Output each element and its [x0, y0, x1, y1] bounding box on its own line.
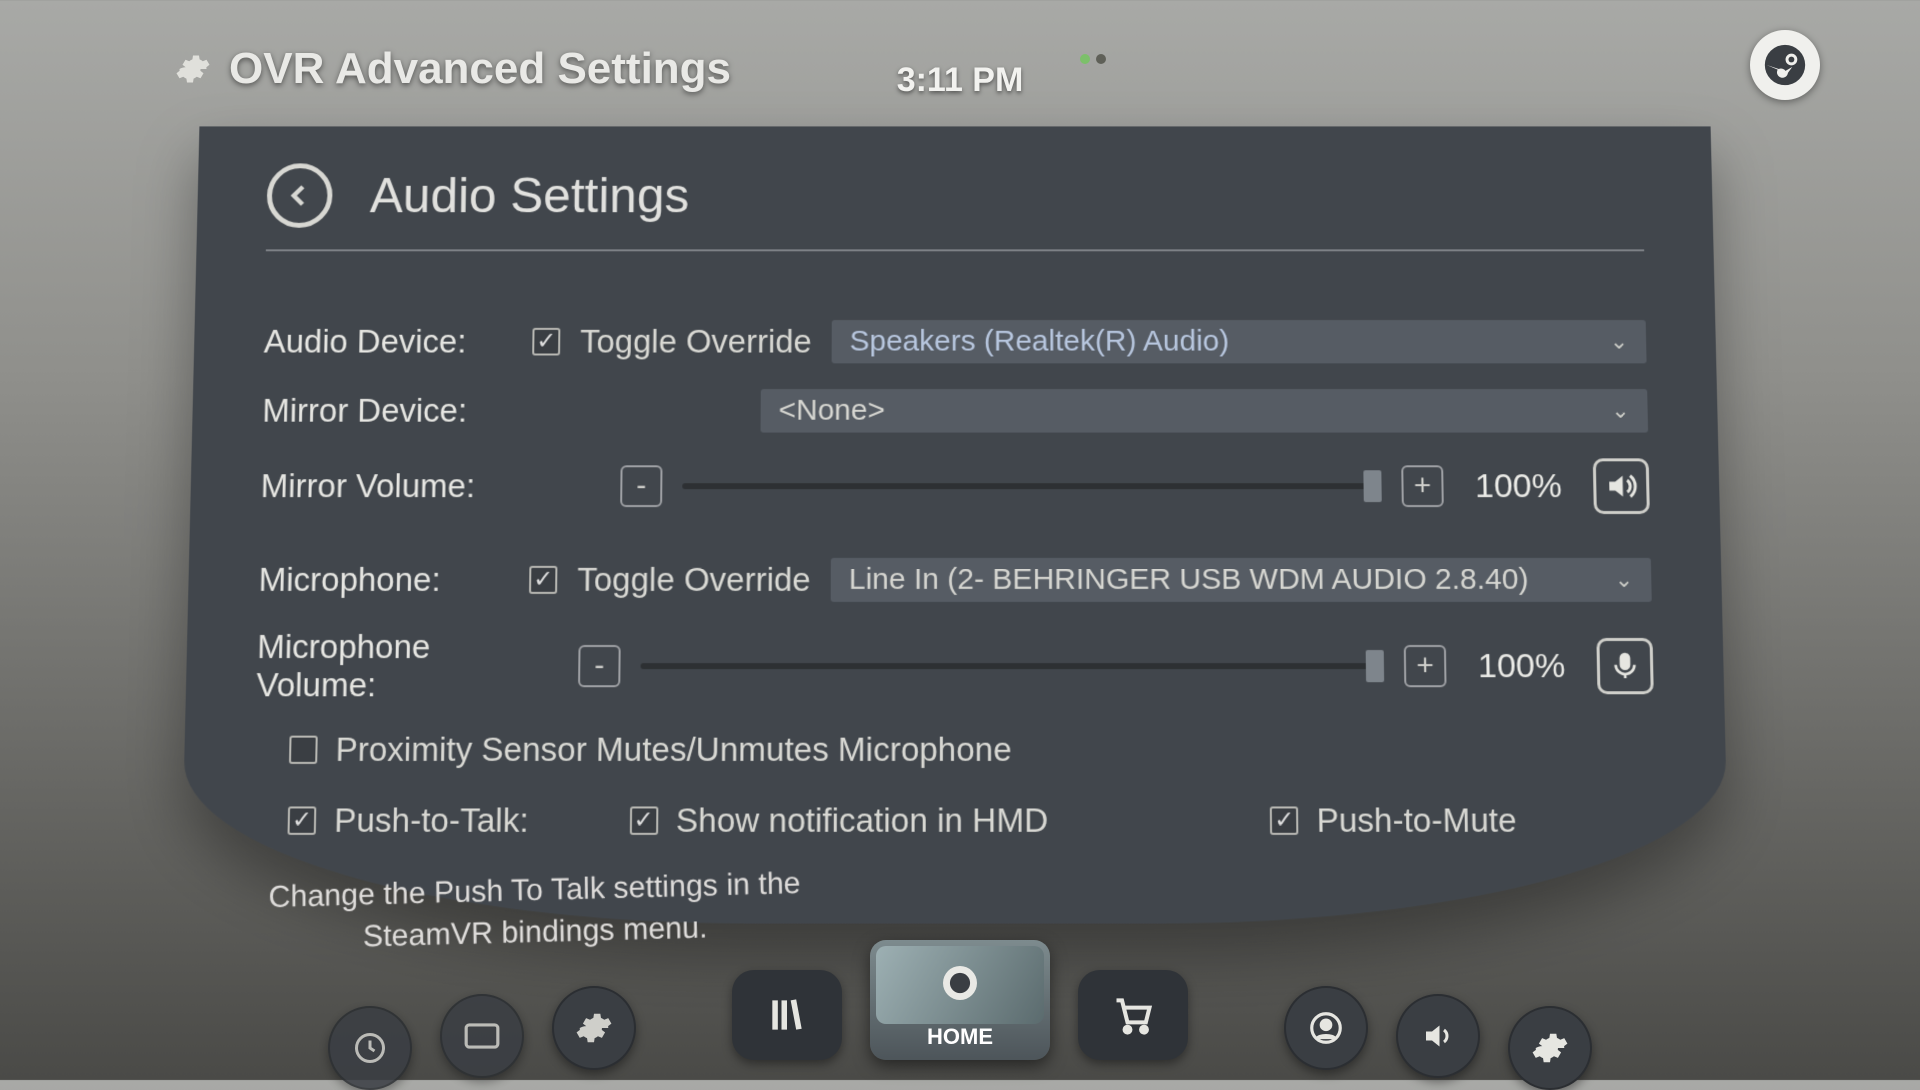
chevron-down-icon: ⌄: [1611, 398, 1630, 424]
panel-header: Audio Settings: [266, 163, 1644, 251]
mic-volume-plus-button[interactable]: +: [1404, 645, 1447, 687]
mirror-volume-minus-button[interactable]: -: [620, 465, 662, 507]
settings-panel: Audio Settings Audio Device: Toggle Over…: [180, 126, 1729, 923]
form-area: Audio Device: Toggle Override Speakers (…: [251, 320, 1660, 953]
microphone-row: Microphone: Toggle Override Line In (2- …: [258, 558, 1652, 602]
steam-icon[interactable]: [1750, 30, 1820, 100]
mirror-volume-row: Mirror Volume: - + 100%: [260, 458, 1650, 514]
microphone-value: Line In (2- BEHRINGER USB WDM AUDIO 2.8.…: [849, 563, 1529, 597]
mirror-device-select[interactable]: <None> ⌄: [761, 389, 1649, 433]
slider-thumb[interactable]: [1366, 650, 1385, 682]
proximity-label: Proximity Sensor Mutes/Unmutes Microphon…: [335, 731, 1011, 769]
steam-icon: [943, 966, 977, 1000]
bottom-dock: HOME: [0, 940, 1920, 1060]
dock-home-label: HOME: [927, 1024, 993, 1050]
mic-volume-minus-button[interactable]: -: [578, 645, 621, 687]
dock-library-button[interactable]: [732, 970, 842, 1060]
back-button[interactable]: [266, 163, 333, 227]
mirror-device-value: <None>: [779, 394, 886, 428]
audio-override-label: Toggle Override: [580, 323, 812, 360]
mirror-volume-label: Mirror Volume:: [260, 467, 510, 505]
dock-ovr-button[interactable]: [552, 986, 636, 1070]
dock-settings-button[interactable]: [1508, 1006, 1592, 1090]
dock-volume-button[interactable]: [1396, 994, 1480, 1078]
dock-profile-button[interactable]: [1284, 986, 1368, 1070]
ptt-checkbox[interactable]: [287, 806, 316, 834]
ptm-checkbox[interactable]: [1270, 806, 1299, 834]
show-notif-label: Show notification in HMD: [676, 801, 1048, 840]
dock-recent-button[interactable]: [328, 1006, 412, 1090]
ptt-label: Push-to-Talk:: [334, 801, 529, 840]
audio-device-select[interactable]: Speakers (Realtek(R) Audio) ⌄: [832, 320, 1647, 363]
mic-override-label: Toggle Override: [577, 561, 811, 599]
clock: 3:11 PM: [897, 61, 1024, 100]
top-bar: 3:11 PM: [0, 40, 1920, 120]
microphone-icon[interactable]: [1596, 638, 1653, 694]
mirror-volume-plus-button[interactable]: +: [1401, 465, 1444, 507]
speaker-icon[interactable]: [1593, 458, 1650, 514]
chevron-down-icon: ⌄: [1615, 567, 1634, 593]
microphone-select[interactable]: Line In (2- BEHRINGER USB WDM AUDIO 2.8.…: [831, 558, 1652, 602]
audio-device-label: Audio Device:: [263, 323, 512, 360]
slider-thumb[interactable]: [1363, 470, 1381, 502]
mic-volume-label: Microphone Volume:: [256, 628, 559, 704]
chevron-down-icon: ⌄: [1610, 329, 1629, 355]
dock-desktop-button[interactable]: [440, 994, 524, 1078]
mic-volume-row: Microphone Volume: - + 100%: [256, 628, 1654, 704]
mirror-volume-value: 100%: [1463, 467, 1574, 506]
microphone-label: Microphone:: [258, 561, 509, 599]
proximity-row: Proximity Sensor Mutes/Unmutes Microphon…: [289, 731, 1656, 769]
dock-home-button[interactable]: HOME: [870, 940, 1050, 1060]
audio-device-value: Speakers (Realtek(R) Audio): [849, 325, 1229, 358]
mic-override-checkbox[interactable]: [529, 566, 557, 594]
mirror-device-row: Mirror Device: <None> ⌄: [262, 389, 1648, 433]
status-dots: [1080, 54, 1106, 64]
mic-volume-value: 100%: [1466, 647, 1577, 686]
ptm-label: Push-to-Mute: [1316, 801, 1517, 840]
show-notif-checkbox[interactable]: [629, 806, 658, 834]
ptt-row: Push-to-Talk: Show notification in HMD P…: [253, 801, 1657, 840]
mirror-volume-slider[interactable]: [682, 483, 1381, 489]
audio-override-checkbox[interactable]: [532, 328, 560, 356]
audio-device-row: Audio Device: Toggle Override Speakers (…: [263, 320, 1646, 363]
mic-volume-slider[interactable]: [641, 663, 1384, 669]
mirror-device-label: Mirror Device:: [262, 392, 512, 430]
proximity-checkbox[interactable]: [289, 736, 318, 764]
dock-store-button[interactable]: [1078, 970, 1188, 1060]
page-title: Audio Settings: [369, 167, 689, 224]
